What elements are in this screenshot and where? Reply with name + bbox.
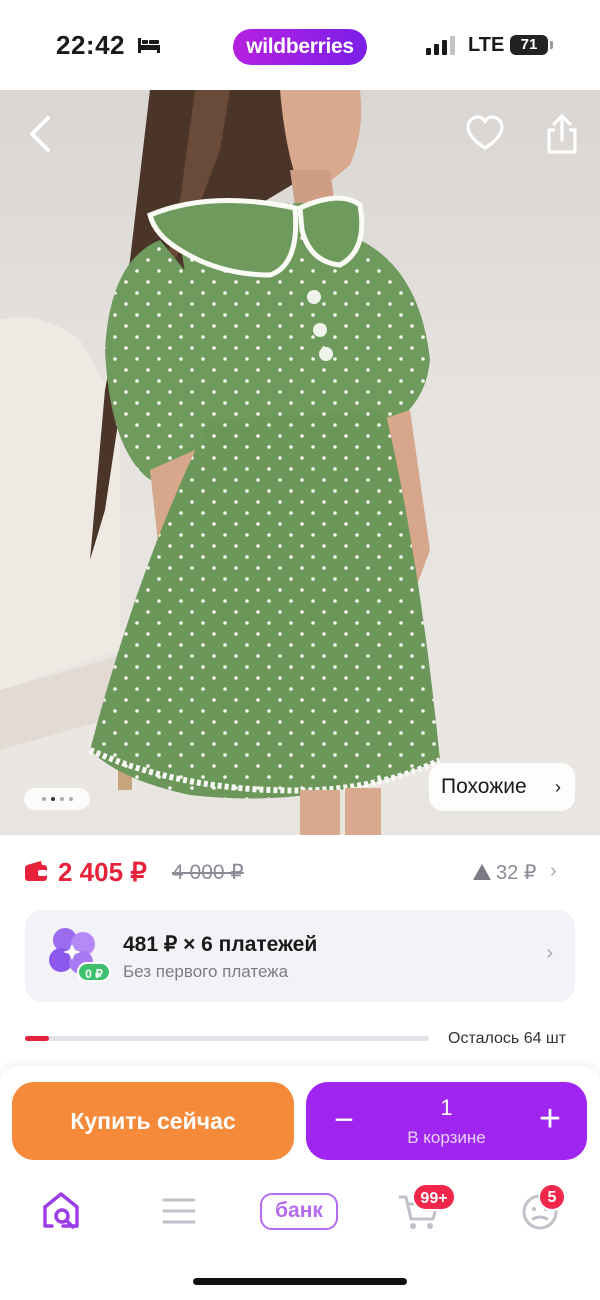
similar-products-button[interactable]: Похожие › — [429, 763, 575, 811]
back-chevron-icon[interactable] — [22, 112, 58, 156]
similar-products-label: Похожие — [441, 775, 527, 798]
gallery-dot — [59, 797, 64, 801]
similar-chevron: › — [555, 777, 561, 797]
share-icon[interactable] — [544, 112, 580, 156]
profile-notification-badge: 5 — [538, 1183, 566, 1211]
price-drop-value: 32 ₽ — [496, 862, 537, 884]
buy-now-button[interactable]: Купить сейчас — [12, 1082, 294, 1160]
heart-icon[interactable] — [465, 114, 505, 154]
dress-photo-illustration — [0, 90, 600, 835]
bed-icon — [138, 38, 160, 53]
signal-icon — [426, 36, 455, 55]
current-price: 2 405 ₽ — [58, 857, 147, 887]
product-photo[interactable]: Похожие › — [0, 90, 600, 835]
cart-quantity-control: − 1 В корзине + — [306, 1082, 587, 1160]
increase-quantity-button[interactable]: + — [535, 1100, 565, 1138]
installment-card[interactable]: 0 ₽ 481 ₽ × 6 платежей Без первого плате… — [25, 910, 575, 1002]
bottom-action-panel: Купить сейчас − 1 В корзине + — [0, 1066, 600, 1300]
price-drop[interactable]: 32 ₽ — [473, 860, 537, 885]
installment-chevron: › — [546, 942, 553, 964]
price-row: 2 405 ₽ 4 000 ₽ 32 ₽ › — [0, 845, 600, 901]
gallery-pagination — [24, 788, 90, 810]
brand-logo: wildberries — [233, 29, 367, 65]
installment-subtitle: Без первого платежа — [123, 962, 289, 981]
old-price: 4 000 ₽ — [172, 861, 244, 884]
stock-progress-bar — [25, 1036, 429, 1041]
gallery-dot-active — [50, 797, 55, 801]
stock-remaining: Осталось 64 шт — [448, 1030, 567, 1047]
gallery-dot — [68, 797, 73, 801]
network-type: LTE — [468, 34, 505, 56]
cart-count-badge: 99+ — [412, 1183, 456, 1211]
home-indicator — [193, 1278, 407, 1285]
price-down-triangle-icon — [473, 864, 491, 880]
battery-indicator: 71 — [510, 35, 553, 55]
status-time: 22:42 — [56, 30, 125, 60]
tab-bank[interactable]: банк — [260, 1193, 338, 1230]
price-drop-chevron[interactable]: › — [550, 860, 557, 883]
gallery-dot — [41, 797, 46, 801]
stock-progress-fill — [25, 1036, 50, 1041]
zero-fee-badge: 0 ₽ — [77, 962, 111, 982]
wallet-icon — [25, 861, 47, 881]
status-bar: 22:42 wildberries LTE 71 — [0, 0, 600, 90]
home-search-icon[interactable] — [40, 1190, 82, 1232]
installment-title: 481 ₽ × 6 платежей — [123, 933, 318, 956]
catalog-menu-icon[interactable] — [160, 1194, 198, 1228]
product-screen: 22:42 wildberries LTE 71 Похожие › 2 405… — [0, 0, 600, 1300]
